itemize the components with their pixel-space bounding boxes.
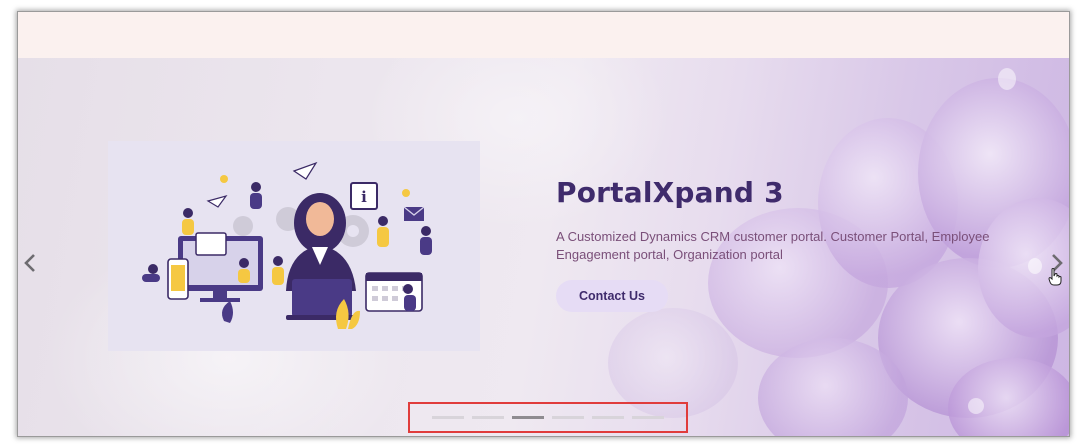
carousel-indicator-1[interactable] [432,416,464,419]
carousel-indicator-4[interactable] [552,416,584,419]
browser-viewport: i PortalXpand 3 A Customized Dynamics CR… [18,12,1069,436]
hero-illustration: i [108,141,480,351]
chevron-left-icon [24,253,36,273]
hero-carousel: i PortalXpand 3 A Customized Dynamics CR… [18,58,1069,436]
hero-description: A Customized Dynamics CRM customer porta… [556,229,990,262]
carousel-indicator-5[interactable] [592,416,624,419]
header-bar [18,12,1069,58]
carousel-indicator-3[interactable] [512,416,544,419]
info-icon: i [361,188,367,206]
carousel-indicator-2[interactable] [472,416,504,419]
hero-title: PortalXpand 3 [556,176,784,209]
hand-pointer-icon [1048,268,1062,291]
carousel-indicator-6[interactable] [632,416,664,419]
carousel-prev-button[interactable] [20,248,40,278]
contact-us-button[interactable]: Contact Us [556,280,668,312]
carousel-indicators [408,402,688,433]
